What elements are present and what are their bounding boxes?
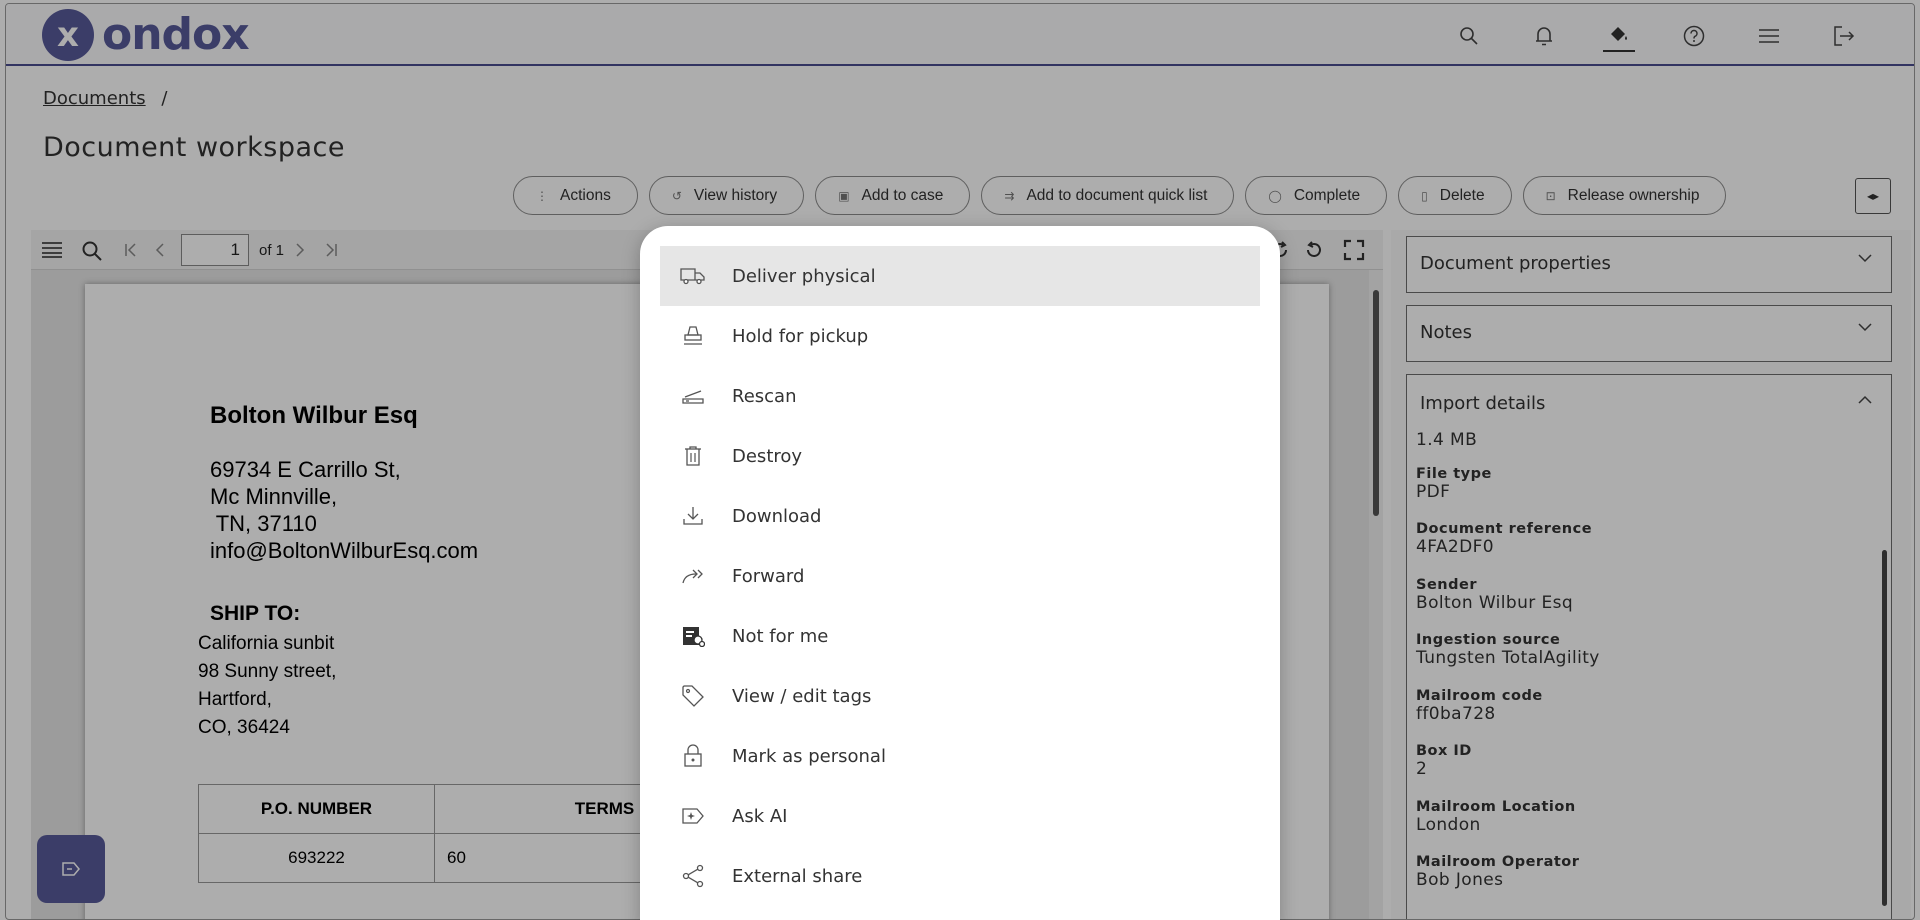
trash-icon <box>680 443 706 469</box>
ai-icon <box>680 803 706 829</box>
menu-item-label: Hold for pickup <box>732 325 869 347</box>
scanner-icon <box>680 383 706 409</box>
menu-item-external-share[interactable]: External share <box>660 846 1260 906</box>
menu-item-download[interactable]: Download <box>660 486 1260 546</box>
menu-item-label: External share <box>732 865 863 887</box>
menu-item-forward[interactable]: Forward <box>660 546 1260 606</box>
menu-item-not-for-me[interactable]: Not for me <box>660 606 1260 666</box>
menu-item-label: Deliver physical <box>732 265 876 287</box>
menu-item-label: View / edit tags <box>732 685 872 707</box>
truck-icon <box>680 263 706 289</box>
menu-item-rescan[interactable]: Rescan <box>660 366 1260 426</box>
menu-item-view-edit-tags[interactable]: View / edit tags <box>660 666 1260 726</box>
tag-icon <box>680 683 706 709</box>
menu-item-hold-for-pickup[interactable]: Hold for pickup <box>660 306 1260 366</box>
menu-item-label: Rescan <box>732 385 797 407</box>
menu-item-label: Not for me <box>732 625 829 647</box>
menu-item-mark-as-personal[interactable]: Mark as personal <box>660 726 1260 786</box>
download-icon <box>680 503 706 529</box>
menu-item-ask-ai[interactable]: Ask AI <box>660 786 1260 846</box>
lock-icon <box>680 743 706 769</box>
menu-item-label: Destroy <box>732 445 803 467</box>
menu-item-label: Ask AI <box>732 805 788 827</box>
actions-menu: Deliver physical Hold for pickup Rescan … <box>640 226 1280 920</box>
share-icon <box>680 863 706 889</box>
menu-item-label: Mark as personal <box>732 745 886 767</box>
forward-icon <box>680 563 706 589</box>
not-for-me-icon <box>680 623 706 649</box>
menu-item-destroy[interactable]: Destroy <box>660 426 1260 486</box>
menu-item-deliver-physical[interactable]: Deliver physical <box>660 246 1260 306</box>
stamp-icon <box>680 323 706 349</box>
menu-item-label: Forward <box>732 565 805 587</box>
menu-item-label: Download <box>732 505 822 527</box>
